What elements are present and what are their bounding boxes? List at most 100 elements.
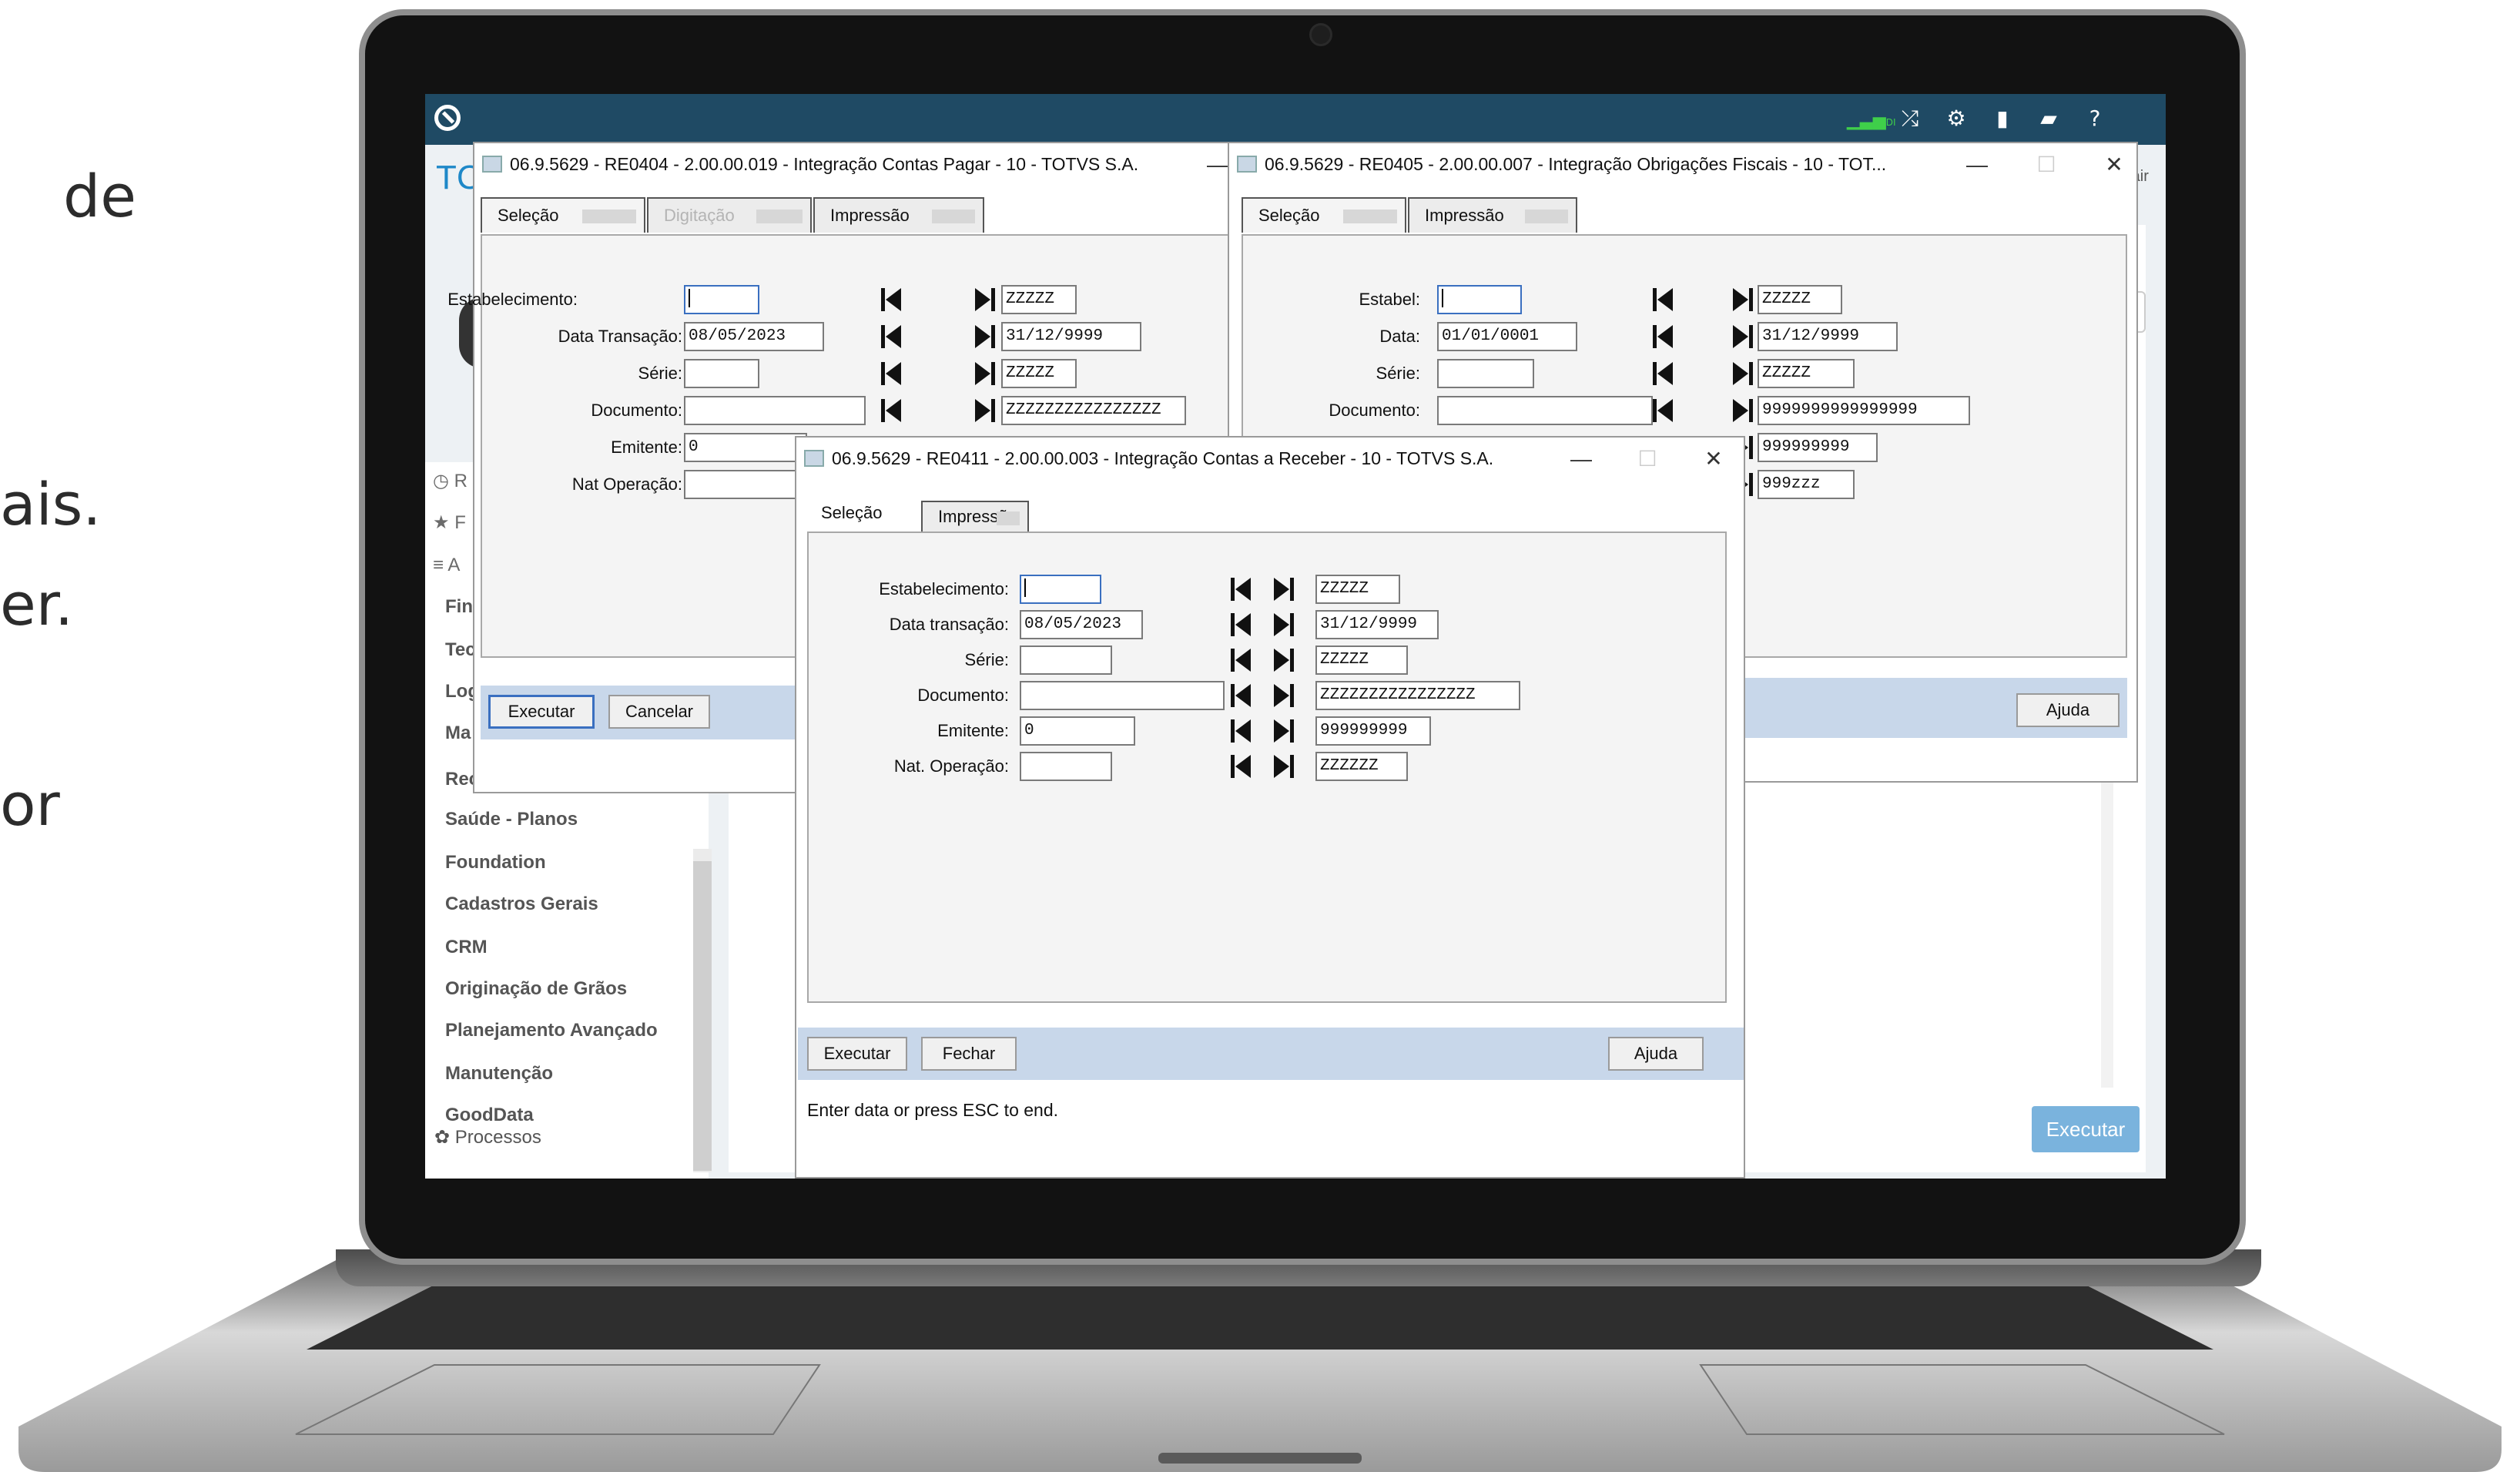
estabelecimento-from-input[interactable] xyxy=(684,285,759,314)
serie-to-input[interactable]: ZZZZZ xyxy=(1315,645,1408,675)
emitente-to-input[interactable]: 999999999 xyxy=(1315,716,1431,746)
emitente-from-input[interactable]: 0 xyxy=(684,433,807,462)
last-icon[interactable] xyxy=(1272,753,1295,780)
first-icon[interactable] xyxy=(1651,360,1674,387)
estabel-from-input[interactable] xyxy=(1437,285,1522,314)
documento-to-input[interactable]: ZZZZZZZZZZZZZZZZ xyxy=(1315,681,1520,710)
maximize-icon[interactable]: ☐ xyxy=(1628,444,1667,474)
signal-icon[interactable]: ▁▃▅DI xyxy=(1847,103,1896,134)
first-icon[interactable] xyxy=(1229,612,1252,638)
sidebar-item[interactable]: Saúde - Planos xyxy=(445,809,578,830)
estabel-to-input[interactable]: ZZZZZ xyxy=(1758,285,1842,314)
data-to-input[interactable]: 31/12/9999 xyxy=(1758,322,1898,351)
minimize-icon[interactable]: — xyxy=(1562,444,1600,474)
help-button[interactable]: Ajuda xyxy=(2016,693,2120,727)
nat-operacao-from-input[interactable] xyxy=(684,470,807,499)
first-icon[interactable] xyxy=(1651,324,1674,350)
minimize-icon[interactable]: — xyxy=(1958,149,1996,180)
last-icon[interactable] xyxy=(973,397,997,424)
documento-from-input[interactable] xyxy=(1020,681,1225,710)
close-button[interactable]: Fechar xyxy=(921,1037,1017,1071)
serie-from-input[interactable] xyxy=(1020,645,1112,675)
sidebar-item[interactable]: Originação de Grãos xyxy=(445,978,627,1000)
tab-impressao[interactable]: Impressão xyxy=(921,501,1029,531)
first-icon[interactable] xyxy=(1229,647,1252,673)
sidebar-item[interactable]: Ma xyxy=(445,723,471,744)
shuffle-icon[interactable]: ⤮ xyxy=(1893,103,1927,134)
tab-selecao[interactable]: Seleção xyxy=(1242,197,1406,233)
serie-from-input[interactable] xyxy=(1437,359,1534,388)
nat-operacao-from-input[interactable] xyxy=(1020,752,1112,781)
last-icon[interactable] xyxy=(1731,397,1754,424)
first-icon[interactable] xyxy=(1651,287,1674,313)
cancel-button[interactable]: Cancelar xyxy=(608,695,710,729)
close-icon[interactable]: ✕ xyxy=(2095,149,2133,180)
sidebar-item[interactable]: Manutenção xyxy=(445,1063,553,1085)
first-icon[interactable] xyxy=(880,360,903,387)
tab-impressao[interactable]: Impressão xyxy=(813,197,984,233)
execute-button[interactable]: Executar xyxy=(488,695,595,729)
emitente-from-input[interactable]: 0 xyxy=(1020,716,1135,746)
last-icon[interactable] xyxy=(1272,647,1295,673)
tab-selecao[interactable]: Seleção xyxy=(806,496,921,531)
sidebar-item[interactable]: GoodData xyxy=(445,1105,534,1122)
nat-operacao-to-input[interactable]: 999zzz xyxy=(1758,470,1855,499)
document-icon[interactable]: ▮ xyxy=(1986,103,2019,134)
window-title-bar[interactable]: 06.9.5629 - RE0405 - 2.00.00.007 - Integ… xyxy=(1229,143,2136,186)
tab-selecao[interactable]: Seleção xyxy=(481,197,645,233)
last-icon[interactable] xyxy=(973,360,997,387)
last-icon[interactable] xyxy=(1731,287,1754,313)
tab-impressao[interactable]: Impressão xyxy=(1408,197,1577,233)
window-title-bar[interactable]: 06.9.5629 - RE0411 - 2.00.00.003 - Integ… xyxy=(796,438,1744,484)
first-icon[interactable] xyxy=(1229,576,1252,602)
sidebar-tab-recent[interactable]: ◷ R xyxy=(433,470,467,492)
first-icon[interactable] xyxy=(880,397,903,424)
last-icon[interactable] xyxy=(973,324,997,350)
last-icon[interactable] xyxy=(973,287,997,313)
estabelecimento-from-input[interactable] xyxy=(1020,575,1101,604)
tab-digitacao[interactable]: Digitação xyxy=(647,197,812,233)
documento-from-input[interactable] xyxy=(1437,396,1653,425)
execute-button[interactable]: Executar xyxy=(807,1037,907,1071)
nat-operacao-to-input[interactable]: ZZZZZZ xyxy=(1315,752,1408,781)
sidebar-item[interactable]: CRM xyxy=(445,937,488,958)
sidebar-item[interactable]: Tec xyxy=(445,639,476,661)
data-transacao-to-input[interactable]: 31/12/9999 xyxy=(1001,322,1141,351)
first-icon[interactable] xyxy=(880,324,903,350)
sidebar-item[interactable]: Planejamento Avançado xyxy=(445,1020,658,1041)
first-icon[interactable] xyxy=(880,287,903,313)
help-icon[interactable]: ? xyxy=(2078,103,2112,134)
last-icon[interactable] xyxy=(1272,682,1295,709)
processos-link[interactable]: ✿ Processos xyxy=(434,1126,541,1148)
sidebar-item[interactable]: Fin xyxy=(445,596,473,618)
first-icon[interactable] xyxy=(1651,397,1674,424)
data-transacao-from-input[interactable]: 08/05/2023 xyxy=(1020,610,1143,639)
serie-from-input[interactable] xyxy=(684,359,759,388)
last-icon[interactable] xyxy=(1272,612,1295,638)
emitente-to-input[interactable]: 999999999 xyxy=(1758,433,1878,462)
sidebar-tab-all[interactable]: ≡ A xyxy=(433,555,460,576)
estabelecimento-to-input[interactable]: ZZZZZ xyxy=(1315,575,1400,604)
last-icon[interactable] xyxy=(1731,324,1754,350)
totvs-logo-icon[interactable] xyxy=(434,105,461,131)
data-transacao-from-input[interactable]: 08/05/2023 xyxy=(684,322,824,351)
serie-to-input[interactable]: ZZZZZ xyxy=(1001,359,1077,388)
chat-icon[interactable]: ▰ xyxy=(2032,103,2066,134)
documento-to-input[interactable]: 9999999999999999 xyxy=(1758,396,1970,425)
serie-to-input[interactable]: ZZZZZ xyxy=(1758,359,1855,388)
documento-from-input[interactable] xyxy=(684,396,866,425)
first-icon[interactable] xyxy=(1229,682,1252,709)
maximize-icon[interactable]: ☐ xyxy=(2027,149,2066,180)
documento-to-input[interactable]: ZZZZZZZZZZZZZZZZ xyxy=(1001,396,1186,425)
sidebar-scrollbar-thumb[interactable] xyxy=(693,861,712,1171)
first-icon[interactable] xyxy=(1229,718,1252,744)
estabelecimento-to-input[interactable]: ZZZZZ xyxy=(1001,285,1077,314)
help-button[interactable]: Ajuda xyxy=(1608,1037,1704,1071)
last-icon[interactable] xyxy=(1272,718,1295,744)
data-from-input[interactable]: 01/01/0001 xyxy=(1437,322,1577,351)
last-icon[interactable] xyxy=(1731,360,1754,387)
data-transacao-to-input[interactable]: 31/12/9999 xyxy=(1315,610,1439,639)
close-icon[interactable]: ✕ xyxy=(1694,444,1733,474)
last-icon[interactable] xyxy=(1272,576,1295,602)
sidebar-item[interactable]: Foundation xyxy=(445,852,546,873)
